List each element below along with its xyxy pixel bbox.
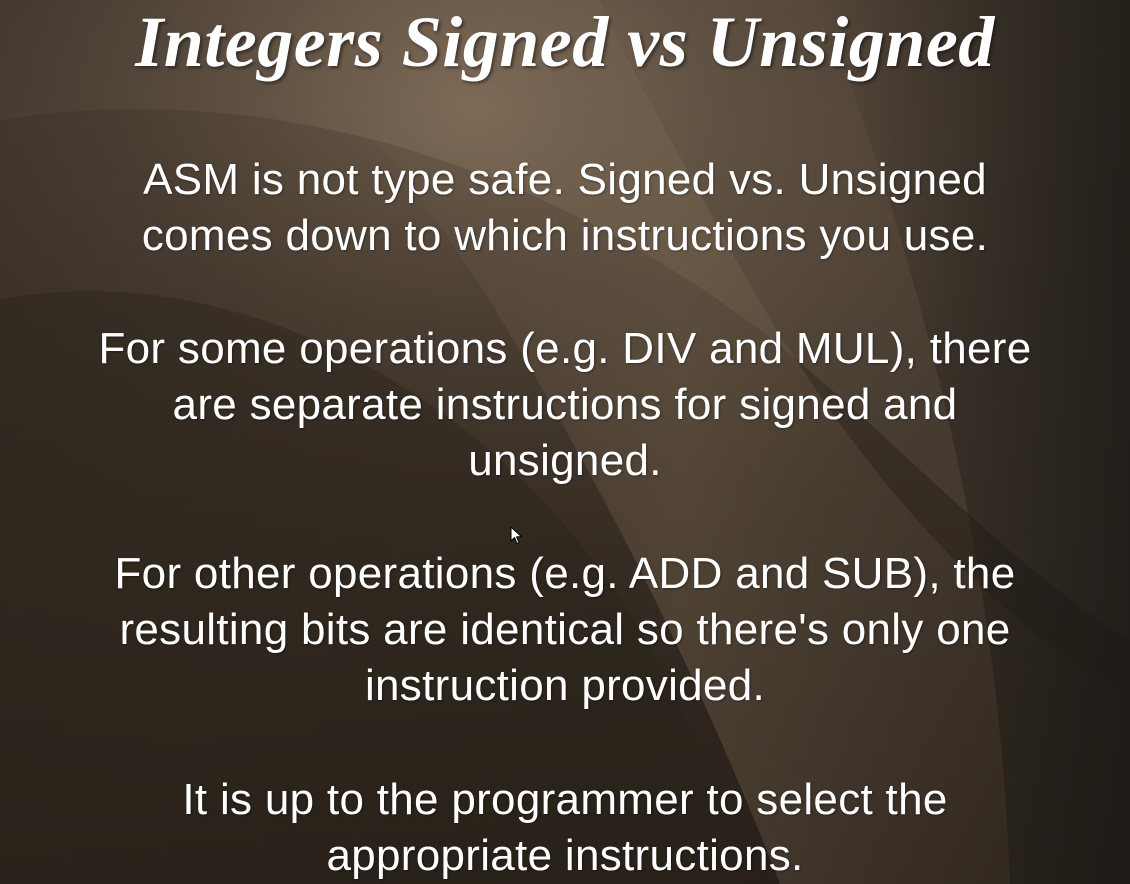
paragraph-line: appropriate instructions.: [326, 831, 804, 880]
paragraph-programmer-choice: It is up to the programmer to select the…: [0, 772, 1130, 884]
paragraph-line: ASM is not type safe. Signed vs. Unsigne…: [143, 155, 987, 204]
paragraph-shared-instructions: For other operations (e.g. ADD and SUB),…: [0, 546, 1130, 714]
paragraph-line: It is up to the programmer to select the: [182, 775, 948, 824]
paragraph-line: For some operations (e.g. DIV and MUL), …: [98, 324, 1032, 373]
paragraph-type-safety: ASM is not type safe. Signed vs. Unsigne…: [0, 152, 1130, 264]
mouse-pointer-icon: [510, 526, 522, 544]
slide-title: Integers Signed vs Unsigned: [135, 2, 995, 82]
paragraph-line: are separate instructions for signed and: [172, 380, 958, 429]
slide: Integers Signed vs Unsigned ASM is not t…: [0, 0, 1130, 884]
paragraph-line: comes down to which instructions you use…: [141, 211, 989, 260]
paragraph-line: resulting bits are identical so there's …: [119, 605, 1011, 654]
paragraph-line: unsigned.: [468, 436, 662, 485]
paragraph-separate-instructions: For some operations (e.g. DIV and MUL), …: [0, 321, 1130, 489]
paragraph-line: instruction provided.: [364, 661, 766, 710]
paragraph-line: For other operations (e.g. ADD and SUB),…: [114, 549, 1016, 598]
